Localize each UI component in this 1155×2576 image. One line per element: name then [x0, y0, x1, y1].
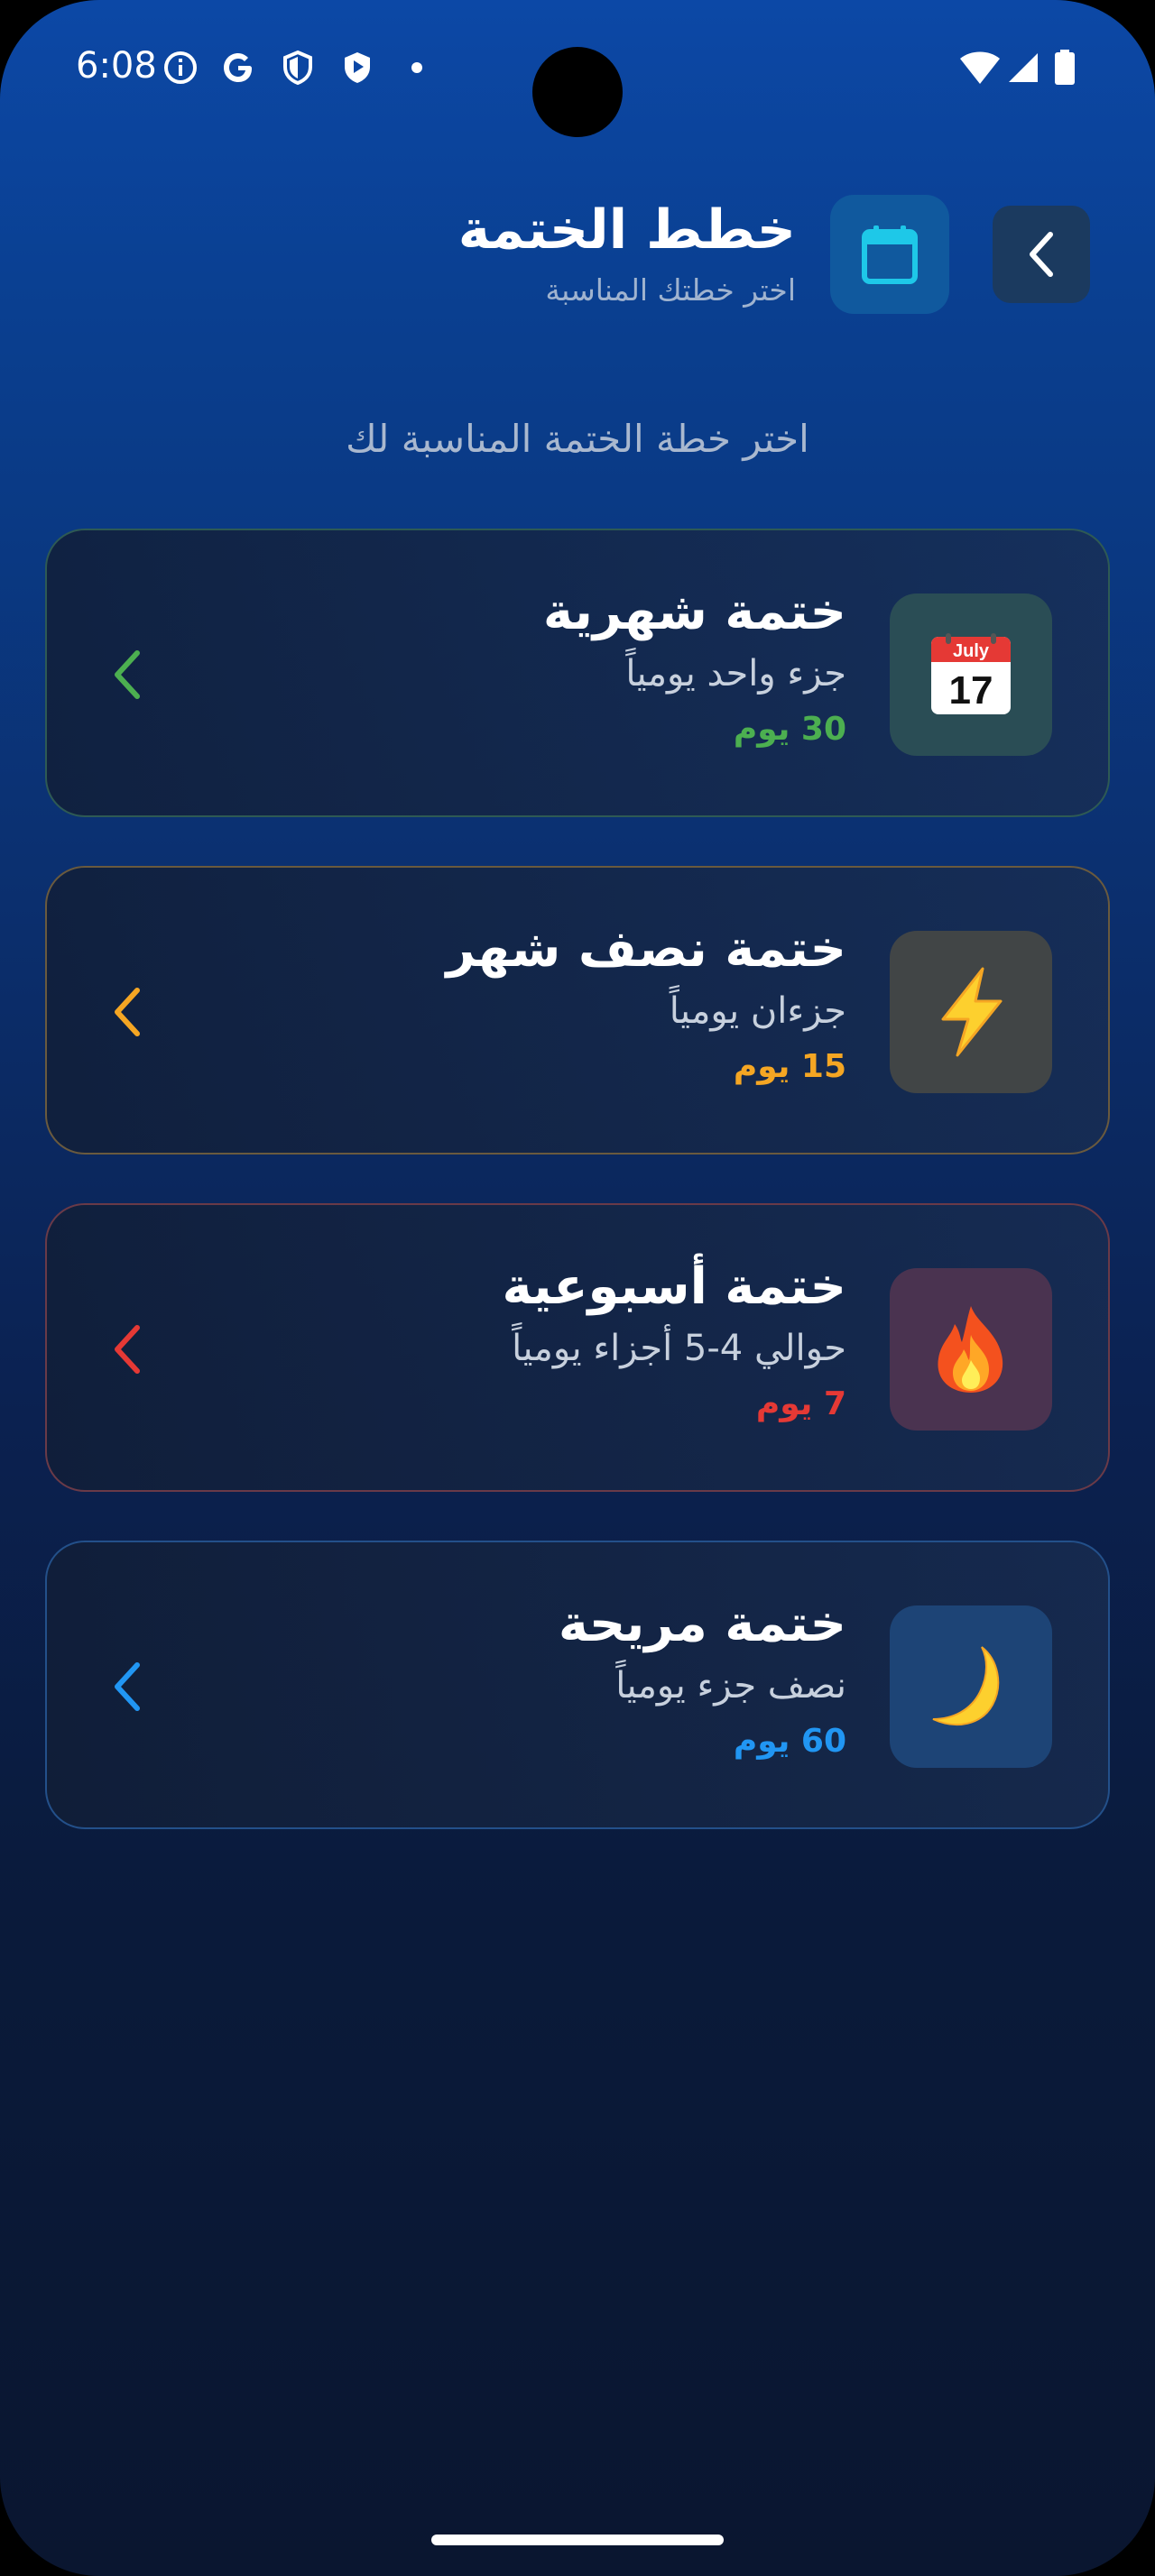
header-calendar-badge — [830, 195, 949, 314]
plan-card-weekly[interactable]: ختمة أسبوعية حوالي 4-5 أجزاء يومياً 7 يو… — [45, 1203, 1110, 1492]
plan-title: ختمة شهرية — [542, 583, 846, 641]
wifi-icon — [960, 51, 1000, 84]
front-camera — [532, 47, 623, 137]
plan-days: 30 يوم — [733, 711, 846, 748]
battery-icon — [1055, 50, 1075, 85]
dot-icon — [411, 62, 422, 73]
chevron-left-icon — [115, 1325, 140, 1374]
plan-icon-box — [890, 1605, 1052, 1768]
svg-text:July: July — [953, 641, 990, 661]
plan-card-relaxed[interactable]: ختمة مريحة نصف جزء يومياً 60 يوم — [45, 1541, 1110, 1829]
svg-text:17: 17 — [949, 668, 993, 713]
plan-days: 60 يوم — [733, 1723, 846, 1760]
chevron-left-icon — [115, 1662, 140, 1711]
back-button[interactable] — [993, 206, 1090, 303]
app-screen: 6:08 خطط الختمة اختر خطتك المناسبة اختر … — [0, 0, 1155, 2576]
play-protect-icon — [345, 52, 370, 83]
plan-description: جزء واحد يومياً — [625, 653, 846, 695]
shield-icon — [283, 50, 312, 86]
plan-card-half-month[interactable]: ختمة نصف شهر جزءان يومياً 15 يوم — [45, 866, 1110, 1155]
page-subtitle: اختر خطتك المناسبة — [545, 272, 796, 308]
chevron-left-icon — [115, 650, 140, 699]
plan-description: نصف جزء يومياً — [615, 1665, 846, 1707]
plan-title: ختمة أسبوعية — [502, 1257, 846, 1316]
google-icon — [224, 53, 252, 82]
calendar-17-icon: July 17 — [931, 633, 1011, 714]
plan-card-monthly[interactable]: July 17 ختمة شهرية جزء واحد يومياً 30 يو… — [45, 529, 1110, 817]
plan-title: ختمة مريحة — [558, 1595, 846, 1653]
lightning-icon — [941, 967, 1003, 1057]
chevron-left-icon — [1030, 232, 1053, 277]
plan-title: ختمة نصف شهر — [446, 920, 847, 979]
page-title: خطط الختمة — [457, 198, 796, 262]
section-prompt: اختر خطة الختمة المناسبة لك — [346, 417, 809, 461]
signal-icon — [1009, 53, 1038, 82]
plan-description: جزءان يومياً — [669, 990, 846, 1032]
fire-icon — [938, 1306, 1003, 1393]
plan-icon-box — [890, 1268, 1052, 1431]
home-indicator[interactable] — [431, 2535, 724, 2545]
plan-icon-box — [890, 931, 1052, 1093]
plan-description: حوالي 4-5 أجزاء يومياً — [512, 1328, 846, 1369]
status-time: 6:08 — [76, 45, 157, 87]
chevron-left-icon — [115, 988, 140, 1036]
plan-days: 15 يوم — [733, 1048, 846, 1085]
crescent-moon-icon — [932, 1646, 1000, 1725]
plan-days: 7 يوم — [755, 1385, 846, 1422]
plan-icon-box: July 17 — [890, 593, 1052, 756]
info-icon — [164, 51, 197, 84]
calendar-icon — [862, 225, 918, 284]
